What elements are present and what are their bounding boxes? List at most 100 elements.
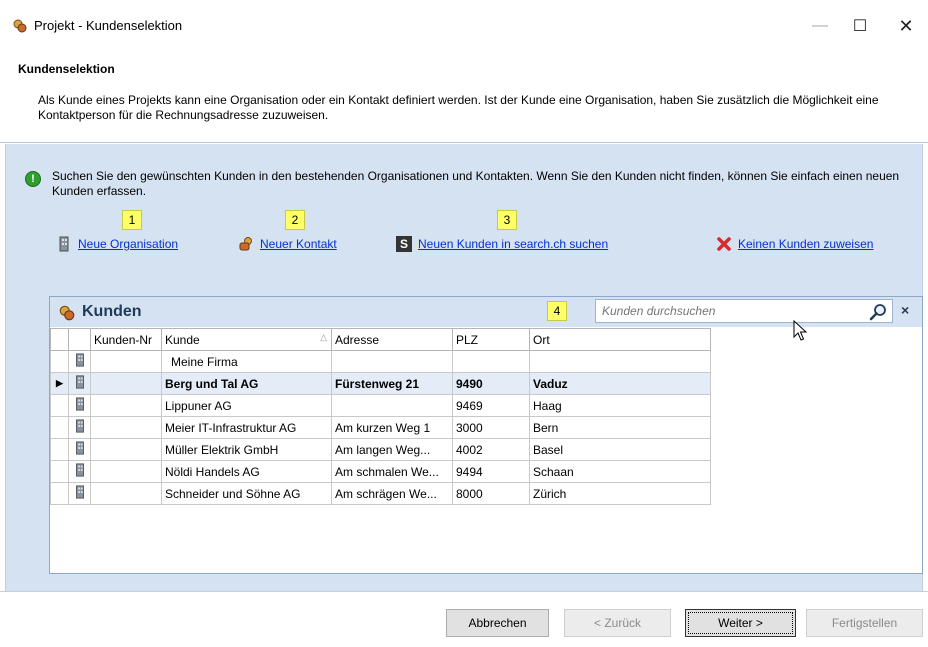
- customer-search-box[interactable]: [595, 299, 893, 323]
- no-customer-action[interactable]: Keinen Kunden zuweisen: [716, 235, 873, 253]
- badge-1: 1: [122, 210, 142, 230]
- row-icon-cell: [68, 416, 91, 439]
- organisation-icon: [75, 375, 84, 389]
- grid-header: Kunden 4 ×: [50, 297, 922, 327]
- cell-kunden-nr: [90, 350, 162, 373]
- cell-ort: Haag: [529, 394, 711, 417]
- cell-ort: Schaan: [529, 460, 711, 483]
- page-title: Kundenselektion: [18, 62, 115, 76]
- sort-asc-icon: △: [320, 332, 327, 342]
- organisation-icon: [75, 353, 84, 367]
- table-row[interactable]: Meine Firma: [50, 350, 711, 373]
- cell-ort: Bern: [529, 416, 711, 439]
- row-indicator: [50, 438, 69, 461]
- app-icon: [13, 19, 27, 33]
- organisation-icon: [75, 485, 84, 499]
- column-header-kunde-label: Kunde: [165, 332, 200, 347]
- cell-kunde: Meine Firma: [161, 350, 332, 373]
- window-title: Projekt - Kundenselektion: [34, 18, 183, 33]
- cell-adresse-text: Am schmalen We...: [335, 464, 439, 479]
- customer-grid-panel: Kunden 4 × Kunden-Nr Kunde △ Adresse PLZ: [49, 296, 923, 574]
- finish-button[interactable]: Fertigstellen: [806, 609, 923, 637]
- column-header-plz[interactable]: PLZ: [452, 328, 530, 351]
- table-row[interactable]: Nöldi Handels AG Am schmalen We... 9494 Sch…: [50, 460, 711, 483]
- row-indicator: [50, 416, 69, 439]
- row-indicator: [50, 482, 69, 505]
- cell-plz: 9494: [452, 460, 530, 483]
- row-indicator: [50, 394, 69, 417]
- cell-adresse-text: Am langen Weg...: [335, 442, 431, 457]
- cell-kunde: Lippuner AG: [161, 394, 332, 417]
- cell-adresse-text: Fürstenweg 21: [335, 376, 420, 391]
- customer-search-input[interactable]: [596, 300, 856, 322]
- cell-adresse: Fürstenweg 21: [331, 372, 453, 395]
- new-organisation-link[interactable]: Neue Organisation: [78, 237, 178, 251]
- close-button[interactable]: ✕: [886, 12, 926, 40]
- row-icon-cell: [68, 482, 91, 505]
- back-button[interactable]: < Zurück: [564, 609, 671, 637]
- cell-kunden-nr: [90, 394, 162, 417]
- organisation-icon: [75, 441, 84, 455]
- table-row[interactable]: ▶ Berg und Tal AG Fürstenweg 21 9490 Vaduz: [50, 372, 711, 395]
- customers-icon: [59, 305, 75, 321]
- clear-search-button[interactable]: ×: [901, 302, 909, 318]
- new-organisation-action[interactable]: Neue Organisation: [56, 235, 178, 253]
- cell-kunden-nr: [90, 416, 162, 439]
- cell-kunde-text: Meine Firma: [171, 354, 238, 369]
- title-bar: Projekt - Kundenselektion — ☐ ✕: [0, 0, 928, 40]
- row-indicator: ▶: [50, 372, 69, 395]
- search-ch-icon: S: [396, 236, 412, 252]
- row-icon-cell: [68, 350, 91, 373]
- icon-column-header: [68, 328, 91, 351]
- cell-plz: 8000: [452, 482, 530, 505]
- cell-kunde-text: Nöldi Handels AG: [165, 464, 260, 479]
- cell-kunden-nr: [90, 482, 162, 505]
- row-icon-cell: [68, 372, 91, 395]
- row-icon-cell: [68, 460, 91, 483]
- cell-adresse: [331, 394, 453, 417]
- cell-kunde: Nöldi Handels AG: [161, 460, 332, 483]
- cell-adresse: Am langen Weg...: [331, 438, 453, 461]
- badge-3: 3: [497, 210, 517, 230]
- table-row[interactable]: Lippuner AG 9469 Haag: [50, 394, 711, 417]
- badge-2: 2: [285, 210, 305, 230]
- no-customer-link[interactable]: Keinen Kunden zuweisen: [738, 237, 873, 251]
- column-header-kunden-nr[interactable]: Kunden-Nr: [90, 328, 162, 351]
- new-contact-action[interactable]: Neuer Kontakt: [238, 235, 337, 253]
- cell-plz: [452, 350, 530, 373]
- minimize-button[interactable]: —: [800, 12, 840, 40]
- column-header-kunde[interactable]: Kunde △: [161, 328, 332, 351]
- cell-ort: Zürich: [529, 482, 711, 505]
- cell-kunde-text: Berg und Tal AG: [165, 376, 259, 391]
- row-indicator-header: [50, 328, 69, 351]
- new-contact-link[interactable]: Neuer Kontakt: [260, 237, 337, 251]
- table-row[interactable]: Schneider und Söhne AG Am schrägen We... 8…: [50, 482, 711, 505]
- column-header-adresse[interactable]: Adresse: [331, 328, 453, 351]
- row-icon-cell: [68, 438, 91, 461]
- cell-ort: [529, 350, 711, 373]
- maximize-button[interactable]: ☐: [840, 12, 880, 40]
- cell-adresse: Am kurzen Weg 1: [331, 416, 453, 439]
- cell-adresse-text: Am kurzen Weg 1: [335, 420, 431, 435]
- cell-kunden-nr: [90, 460, 162, 483]
- organisation-icon: [75, 397, 84, 411]
- cell-kunden-nr: [90, 372, 162, 395]
- cell-kunde: Meier IT-Infrastruktur AG: [161, 416, 332, 439]
- cell-plz: 9490: [452, 372, 530, 395]
- cell-kunde-text: Schneider und Söhne AG: [165, 486, 301, 501]
- cell-adresse: [331, 350, 453, 373]
- column-header-ort[interactable]: Ort: [529, 328, 711, 351]
- search-icon[interactable]: [869, 303, 887, 321]
- next-button[interactable]: Weiter >: [685, 609, 796, 637]
- customer-table: Kunden-Nr Kunde △ Adresse PLZ Ort Meine …: [50, 328, 711, 505]
- wizard-header: Kundenselektion Als Kunde eines Projekts…: [0, 40, 928, 143]
- page-description: Als Kunde eines Projekts kann eine Organ…: [38, 93, 879, 122]
- cancel-button[interactable]: Abbrechen: [446, 609, 549, 637]
- table-row[interactable]: Meier IT-Infrastruktur AG Am kurzen Weg 1…: [50, 416, 711, 439]
- table-row[interactable]: Müller Elektrik GmbH Am langen Weg... 4002…: [50, 438, 711, 461]
- search-ch-link[interactable]: Neuen Kunden in search.ch suchen: [418, 237, 608, 251]
- red-x-icon: [717, 237, 731, 251]
- contact-icon: [239, 237, 252, 251]
- cell-adresse: Am schmalen We...: [331, 460, 453, 483]
- search-ch-action[interactable]: S Neuen Kunden in search.ch suchen: [396, 235, 608, 253]
